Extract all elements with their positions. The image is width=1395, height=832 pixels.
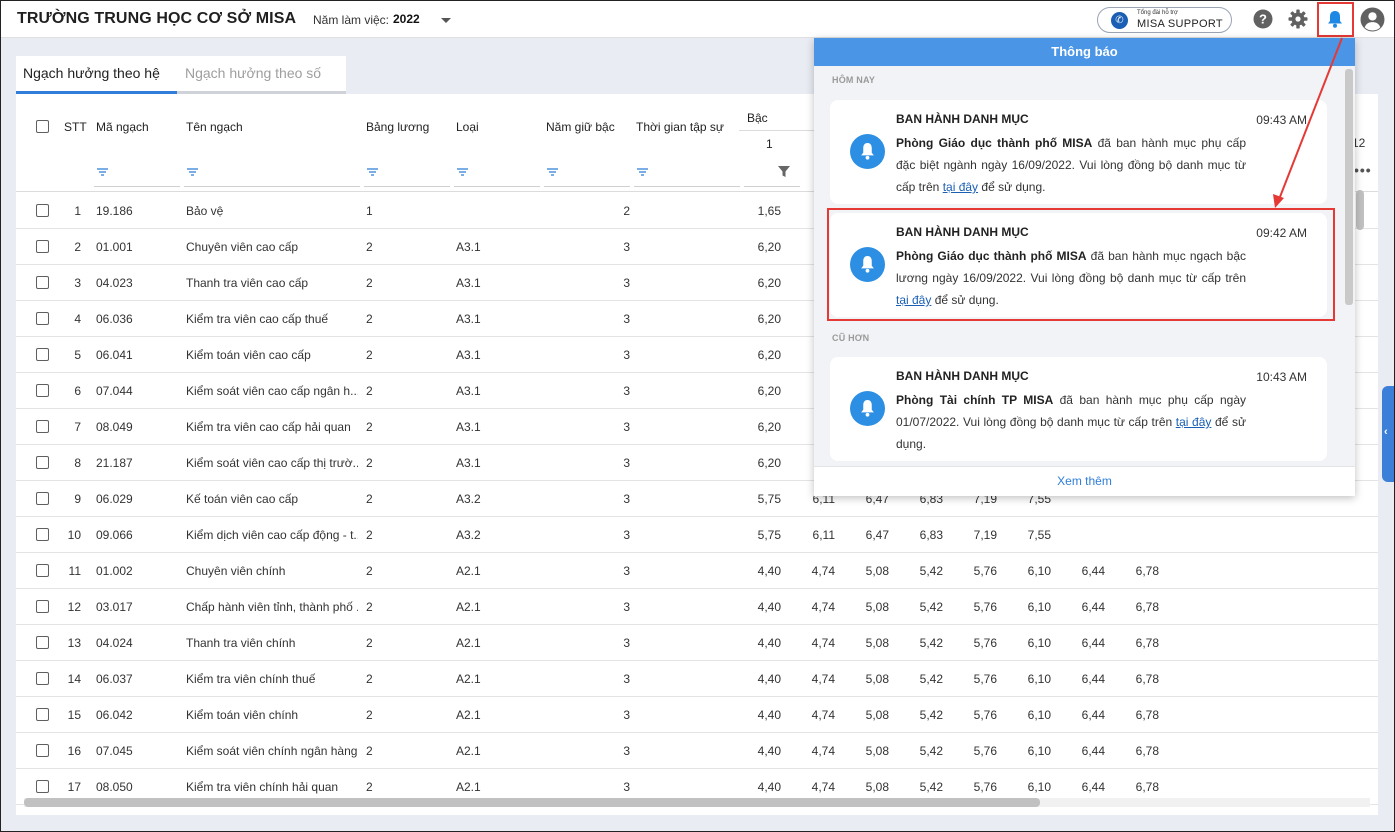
annotation-arrow xyxy=(1273,37,1343,208)
